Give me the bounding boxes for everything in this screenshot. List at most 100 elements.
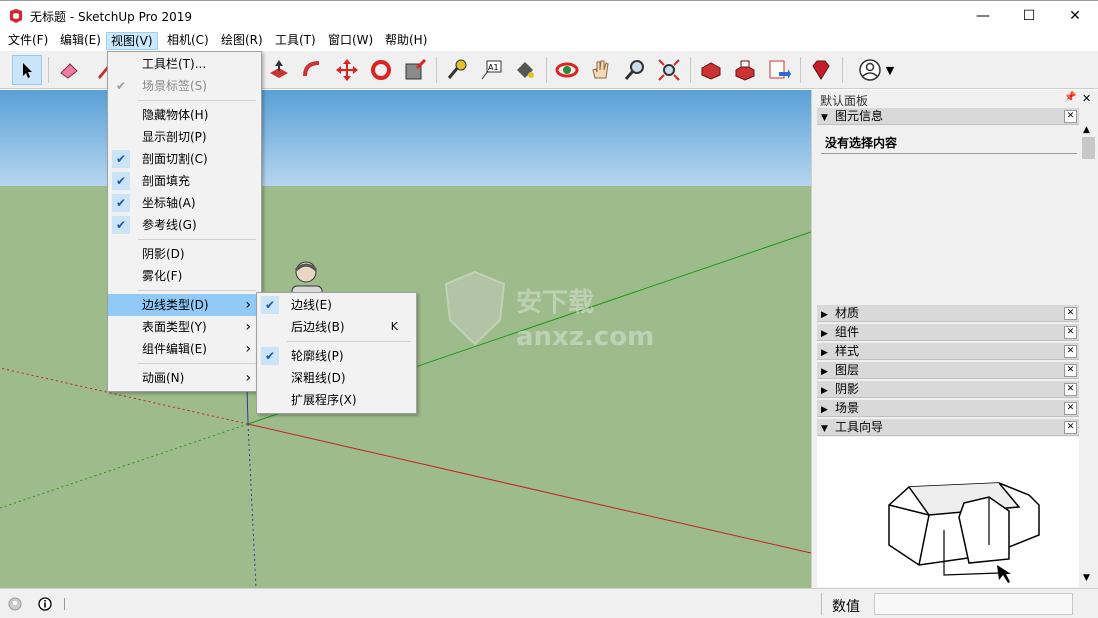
submenu-arrow-icon: ›	[245, 297, 251, 313]
push-pull-tool-button[interactable]	[264, 55, 294, 85]
panel-close-icon[interactable]: ✕	[1064, 110, 1077, 123]
pin-icon[interactable]: 📌	[1064, 92, 1076, 103]
close-button[interactable]: ✕	[1052, 1, 1098, 31]
expand-arrow-icon: ▶	[821, 329, 828, 339]
text-tool-button[interactable]: A1	[476, 55, 506, 85]
expand-arrow-icon: ▶	[821, 367, 828, 377]
view-menu-item-animation[interactable]: 动画(N) ›	[108, 367, 261, 389]
orbit-icon	[555, 62, 579, 78]
magnifier-icon	[624, 60, 644, 80]
eraser-tool-button[interactable]	[54, 55, 84, 85]
menu-item-label: 动画(N)	[142, 371, 185, 385]
scroll-up-icon[interactable]: ▲	[1083, 125, 1090, 135]
view-menu-item-face-style[interactable]: 表面类型(Y) ›	[108, 316, 261, 338]
rotate-tool-button[interactable]	[366, 55, 396, 85]
move-tool-button[interactable]	[332, 55, 362, 85]
title-bar: 无标题 - SketchUp Pro 2019 — ☐ ✕	[0, 0, 1098, 30]
text-icon: A1	[481, 60, 502, 80]
panel-header-materials[interactable]: ▶ 材质 ✕	[817, 305, 1079, 322]
instructor-title: 工具向导	[835, 420, 884, 434]
view-menu-item-edge-style[interactable]: 边线类型(D) ›	[108, 294, 261, 316]
minimize-button[interactable]: —	[960, 1, 1006, 31]
panel-title: 材质	[835, 306, 860, 320]
panel-header-shadows[interactable]: ▶ 阴影 ✕	[817, 381, 1079, 398]
menu-view[interactable]: 视图(V)	[106, 32, 158, 50]
extension-warehouse-button[interactable]	[730, 55, 760, 85]
tray-scrollbar[interactable]: ▲ ▼	[1080, 125, 1097, 587]
view-menu-item-hidden-geometry[interactable]: 隐藏物体(H)	[108, 104, 261, 126]
panel-close-icon[interactable]: ✕	[1064, 326, 1077, 339]
account-button[interactable]: ▼	[850, 55, 902, 85]
warehouse-icon	[701, 62, 721, 80]
expand-arrow-icon: ▶	[821, 348, 828, 358]
menu-item-label: 剖面填充	[142, 174, 191, 188]
panel-header-styles[interactable]: ▶ 样式 ✕	[817, 343, 1079, 360]
menu-window[interactable]: 窗口(W)	[324, 32, 377, 50]
view-menu-item-component-edit[interactable]: 组件编辑(E) ›	[108, 338, 261, 360]
scroll-thumb[interactable]	[1082, 137, 1095, 159]
follow-me-tool-button[interactable]	[298, 55, 328, 85]
shortcut-key: K	[390, 320, 398, 333]
scale-tool-button[interactable]	[400, 55, 430, 85]
view-menu-item-section-planes[interactable]: 显示剖切(P)	[108, 126, 261, 148]
panel-close-icon[interactable]: ✕	[1064, 402, 1077, 415]
extension-warehouse-icon	[735, 60, 755, 81]
panel-close-icon[interactable]: ✕	[1064, 421, 1077, 434]
menu-file[interactable]: 文件(F)	[4, 32, 52, 50]
panel-title: 组件	[835, 325, 860, 339]
view-menu-item-fog[interactable]: 雾化(F)	[108, 265, 261, 287]
panel-close-icon[interactable]: ✕	[1064, 307, 1077, 320]
panel-close-icon[interactable]: ✕	[1064, 364, 1077, 377]
entity-info-header[interactable]: ▼ 图元信息 ✕	[817, 108, 1079, 125]
select-tool-button[interactable]	[12, 55, 42, 85]
paint-bucket-tool-button[interactable]	[510, 55, 540, 85]
pan-tool-button[interactable]	[586, 55, 616, 85]
panel-close-icon[interactable]: ✕	[1064, 383, 1077, 396]
view-menu-item-guides[interactable]: ✔ 参考线(G)	[108, 214, 261, 236]
menu-tools[interactable]: 工具(T)	[271, 32, 320, 50]
edge-menu-item-profiles[interactable]: ✔ 轮廓线(P)	[257, 345, 416, 367]
submenu-arrow-icon: ›	[245, 319, 251, 335]
view-menu-item-toolbars[interactable]: 工具栏(T)...	[108, 53, 261, 75]
panel-header-components[interactable]: ▶ 组件 ✕	[817, 324, 1079, 341]
extension-manager-button[interactable]	[806, 55, 836, 85]
edge-style-submenu: ✔ 边线(E) 后边线(B) K ✔ 轮廓线(P) 深粗线(D) 扩展程序(X)	[256, 292, 417, 414]
arrow-icon	[23, 63, 32, 78]
orbit-tool-button[interactable]	[552, 55, 582, 85]
view-menu-item-section-cuts[interactable]: ✔ 剖面切割(C)	[108, 148, 261, 170]
maximize-button[interactable]: ☐	[1006, 1, 1052, 31]
edge-menu-item-extensions[interactable]: 扩展程序(X)	[257, 389, 416, 411]
panel-title: 阴影	[835, 382, 860, 396]
measurements-input[interactable]	[874, 593, 1073, 615]
panel-header-layers[interactable]: ▶ 图层 ✕	[817, 362, 1079, 379]
scroll-down-icon[interactable]: ▼	[1083, 573, 1090, 583]
menu-camera[interactable]: 相机(C)	[163, 32, 213, 50]
maximize-icon: ☐	[1022, 8, 1036, 24]
sketchup-logo-icon	[10, 9, 22, 23]
menu-draw[interactable]: 绘图(R)	[217, 32, 267, 50]
view-menu-item-section-fill[interactable]: ✔ 剖面填充	[108, 170, 261, 192]
edge-menu-item-edges[interactable]: ✔ 边线(E)	[257, 294, 416, 316]
view-menu-item-shadows[interactable]: 阴影(D)	[108, 243, 261, 265]
window-title: 无标题 - SketchUp Pro 2019	[30, 10, 192, 24]
instructor-header[interactable]: ▼ 工具向导 ✕	[817, 419, 1079, 436]
view-menu-item-scene-tabs[interactable]: ✔ 场景标签(S)	[108, 75, 261, 97]
view-menu-item-axes[interactable]: ✔ 坐标轴(A)	[108, 192, 261, 214]
layout-icon	[769, 60, 791, 79]
info-icon[interactable]	[38, 597, 52, 611]
geo-location-icon[interactable]	[8, 597, 22, 611]
tray-close-icon[interactable]: ✕	[1082, 92, 1091, 105]
panel-header-scenes[interactable]: ▶ 场景 ✕	[817, 400, 1079, 417]
tape-measure-tool-button[interactable]	[442, 55, 472, 85]
edge-menu-item-back-edges[interactable]: 后边线(B) K	[257, 316, 416, 338]
zoom-extents-tool-button[interactable]	[654, 55, 684, 85]
3d-warehouse-button[interactable]	[696, 55, 726, 85]
edge-menu-item-depth-cue[interactable]: 深粗线(D)	[257, 367, 416, 389]
zoom-tool-button[interactable]	[620, 55, 650, 85]
send-to-layout-button[interactable]	[764, 55, 794, 85]
panel-close-icon[interactable]: ✕	[1064, 345, 1077, 358]
rotate-icon	[371, 60, 391, 80]
menu-edit[interactable]: 编辑(E)	[56, 32, 105, 50]
close-icon: ✕	[1069, 8, 1081, 24]
menu-help[interactable]: 帮助(H)	[381, 32, 431, 50]
